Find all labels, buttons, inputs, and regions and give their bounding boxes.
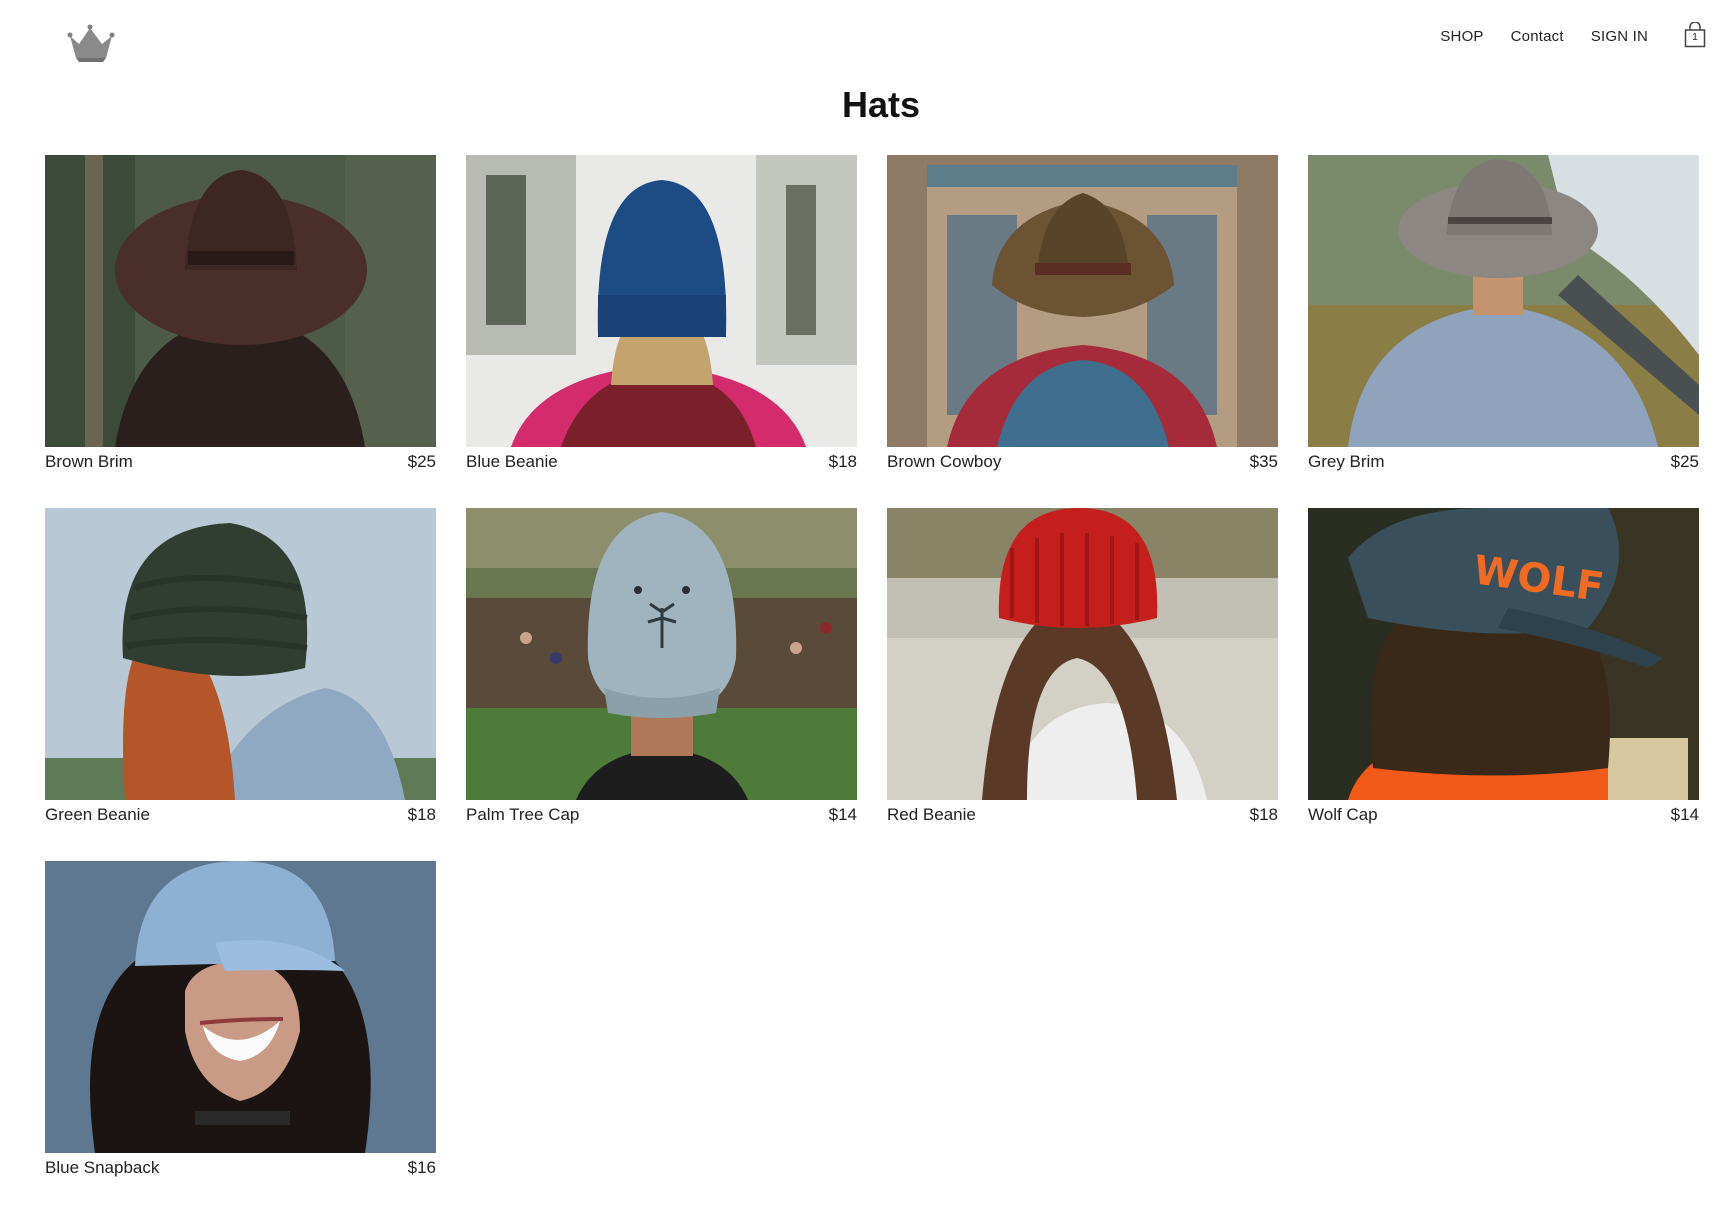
- product-name: Wolf Cap: [1308, 805, 1378, 824]
- product-image[interactable]: [45, 155, 436, 447]
- product-price: $18: [1249, 805, 1278, 824]
- product-card[interactable]: Palm Tree Cap $14: [466, 508, 857, 861]
- product-image[interactable]: [1308, 155, 1699, 447]
- product-grid: Brown Brim $25 Blue Beanie $18 Brown Cow…: [45, 155, 1701, 1214]
- crown-icon[interactable]: [66, 22, 116, 64]
- product-image[interactable]: [45, 861, 436, 1153]
- product-image[interactable]: [887, 508, 1278, 800]
- product-price: $14: [1670, 805, 1699, 824]
- product-name: Palm Tree Cap: [466, 805, 580, 824]
- product-name: Blue Snapback: [45, 1158, 160, 1177]
- product-name: Brown Brim: [45, 452, 133, 471]
- product-card[interactable]: Blue Snapback $16: [45, 861, 436, 1214]
- product-price: $18: [828, 452, 857, 471]
- nav-shop-link[interactable]: SHOP: [1440, 28, 1483, 45]
- product-image[interactable]: WOLF: [1308, 508, 1699, 800]
- nav-contact-link[interactable]: Contact: [1511, 28, 1564, 45]
- site-header: SHOP Contact SIGN IN 1: [0, 0, 1716, 90]
- product-image[interactable]: [466, 508, 857, 800]
- product-image[interactable]: [45, 508, 436, 800]
- cart-count: 1: [1692, 32, 1698, 43]
- product-name: Grey Brim: [1308, 452, 1385, 471]
- product-card[interactable]: Blue Beanie $18: [466, 155, 857, 508]
- product-name: Brown Cowboy: [887, 452, 1002, 471]
- product-name: Green Beanie: [45, 805, 150, 824]
- product-card[interactable]: Red Beanie $18: [887, 508, 1278, 861]
- product-card[interactable]: WOLF Wolf Cap $14: [1308, 508, 1699, 861]
- product-card[interactable]: Brown Brim $25: [45, 155, 436, 508]
- nav-sign-in-link[interactable]: SIGN IN: [1591, 28, 1648, 45]
- product-name: Red Beanie: [887, 805, 976, 824]
- product-image[interactable]: [887, 155, 1278, 447]
- product-price: $25: [1670, 452, 1699, 471]
- product-price: $35: [1249, 452, 1278, 471]
- product-image[interactable]: [466, 155, 857, 447]
- product-price: $14: [828, 805, 857, 824]
- page-title: Hats: [841, 84, 921, 125]
- product-price: $16: [407, 1158, 436, 1177]
- product-price: $18: [407, 805, 436, 824]
- product-card[interactable]: Brown Cowboy $35: [887, 155, 1278, 508]
- cart-button[interactable]: 1: [1684, 22, 1706, 48]
- product-card[interactable]: Green Beanie $18: [45, 508, 436, 861]
- product-name: Blue Beanie: [466, 452, 558, 471]
- product-card[interactable]: Grey Brim $25: [1308, 155, 1699, 508]
- top-nav: SHOP Contact SIGN IN: [1440, 24, 1648, 48]
- product-price: $25: [407, 452, 436, 471]
